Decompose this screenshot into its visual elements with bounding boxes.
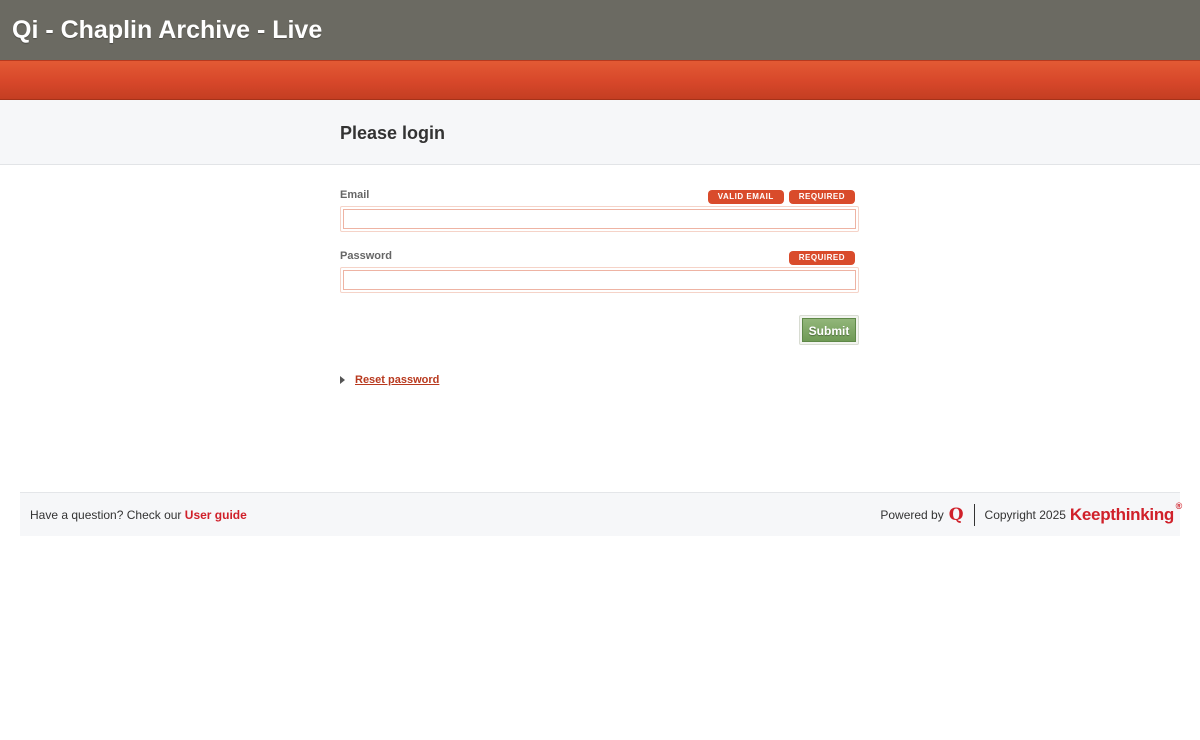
email-badges: VALID EMAIL REQUIRED xyxy=(707,190,855,204)
caret-right-icon xyxy=(340,376,345,384)
submit-button-label: Submit xyxy=(802,318,856,342)
app-title: Qi - Chaplin Archive - Live xyxy=(12,15,323,44)
page-header: Please login xyxy=(0,100,1200,165)
email-label: Email xyxy=(340,189,370,201)
footer-help: Have a question? Check our User guide xyxy=(30,508,247,522)
keepthinking-logo-text: Keepthinking xyxy=(1069,504,1174,524)
valid-email-badge: VALID EMAIL xyxy=(707,190,784,204)
password-input[interactable] xyxy=(343,270,856,290)
password-label: Password xyxy=(340,250,392,262)
app-header: Qi - Chaplin Archive - Live xyxy=(0,0,1200,60)
email-field-group: Email VALID EMAIL REQUIRED xyxy=(340,186,860,232)
qi-logo: Q xyxy=(948,504,964,525)
password-input-wrap xyxy=(340,267,859,293)
password-badges: REQUIRED xyxy=(788,251,855,265)
footer-question: Have a question? Check our xyxy=(30,507,182,522)
email-input[interactable] xyxy=(343,209,856,229)
user-guide-link[interactable]: User guide xyxy=(185,508,247,522)
page-title: Please login xyxy=(340,123,446,143)
password-required-badge: REQUIRED xyxy=(788,251,855,265)
password-field-group: Password REQUIRED xyxy=(340,247,860,293)
email-input-wrap xyxy=(340,206,859,232)
accent-bar xyxy=(0,60,1200,100)
copyright-text: Copyright 2025 xyxy=(984,507,1066,522)
registered-mark: ® xyxy=(1175,500,1183,511)
reset-password-link[interactable]: Reset password xyxy=(355,374,439,386)
footer-credits: Powered by Q Copyright 2025 Keepthinking… xyxy=(880,501,1182,526)
powered-by-text: Powered by xyxy=(880,507,944,522)
submit-button[interactable]: Submit xyxy=(799,315,859,345)
email-required-badge: REQUIRED xyxy=(788,190,855,204)
login-form: Email VALID EMAIL REQUIRED Password REQU… xyxy=(340,186,860,388)
footer-divider xyxy=(973,503,975,526)
footer: Have a question? Check our User guide Po… xyxy=(20,492,1182,536)
keepthinking-logo[interactable]: Keepthinking ® xyxy=(1069,501,1182,525)
